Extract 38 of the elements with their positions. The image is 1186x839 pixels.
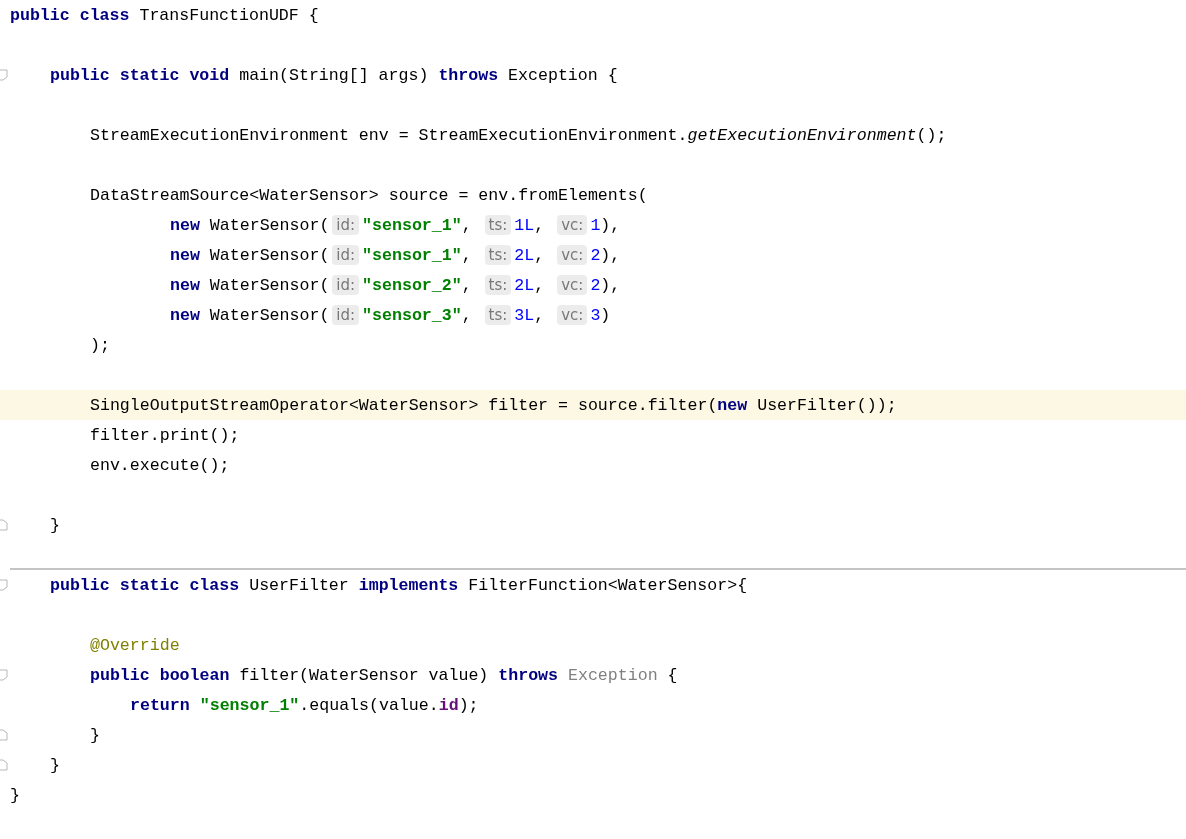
fold-icon[interactable] xyxy=(0,759,9,771)
code-line: filter.print(); xyxy=(90,425,240,445)
code-line: public static class UserFilter implements FilterFunction<WaterSensor>{ xyxy=(50,575,748,595)
code-line: new WaterSensor( id: "sensor_1", ts: 2L, vc: 2), xyxy=(170,245,621,265)
code-line: ); xyxy=(90,335,110,355)
parameter-hint: id: xyxy=(332,274,360,295)
code-line: SingleOutputStreamOperator<WaterSensor> filter = source.filter(new UserFilter()); xyxy=(90,395,897,415)
parameter-hint: id: xyxy=(332,244,360,265)
parameter-hint: vc: xyxy=(557,304,588,325)
code-line: return "sensor_1".equals(value.id); xyxy=(130,695,479,715)
code-line: new WaterSensor( id: "sensor_1", ts: 1L, vc: 1), xyxy=(170,215,621,235)
code-line: } xyxy=(90,725,100,745)
code-line: new WaterSensor( id: "sensor_2", ts: 2L, vc: 2), xyxy=(170,275,621,295)
code-line: StreamExecutionEnvironment env = StreamExecutionEnvironment.getExecutionEnvironment(); xyxy=(90,125,947,145)
code-line: public static void main(String[] args) throws Exception { xyxy=(50,65,618,85)
parameter-hint: ts: xyxy=(484,274,512,295)
fold-icon[interactable] xyxy=(0,669,9,681)
parameter-hint: ts: xyxy=(484,304,512,325)
parameter-hint: id: xyxy=(332,214,360,235)
fold-icon[interactable] xyxy=(0,729,9,741)
fold-icon[interactable] xyxy=(0,519,9,531)
code-line: @Override xyxy=(90,635,180,655)
parameter-hint: ts: xyxy=(484,244,512,265)
code-line: DataStreamSource<WaterSensor> source = env.fromElements( xyxy=(90,185,648,205)
code-line: public class TransFunctionUDF { xyxy=(10,5,319,25)
code-line: public boolean filter(WaterSensor value) throws Exception { xyxy=(90,665,678,685)
parameter-hint: id: xyxy=(332,304,360,325)
code-line: } xyxy=(50,755,60,775)
code-line: } xyxy=(50,515,60,535)
parameter-hint: vc: xyxy=(557,274,588,295)
parameter-hint: vc: xyxy=(557,244,588,265)
fold-icon[interactable] xyxy=(0,579,9,591)
code-line: new WaterSensor( id: "sensor_3", ts: 3L, vc: 3) xyxy=(170,305,611,325)
parameter-hint: vc: xyxy=(557,214,588,235)
parameter-hint: ts: xyxy=(484,214,512,235)
fold-icon[interactable] xyxy=(0,69,9,81)
code-line: env.execute(); xyxy=(90,455,230,475)
code-line: } xyxy=(10,785,20,805)
